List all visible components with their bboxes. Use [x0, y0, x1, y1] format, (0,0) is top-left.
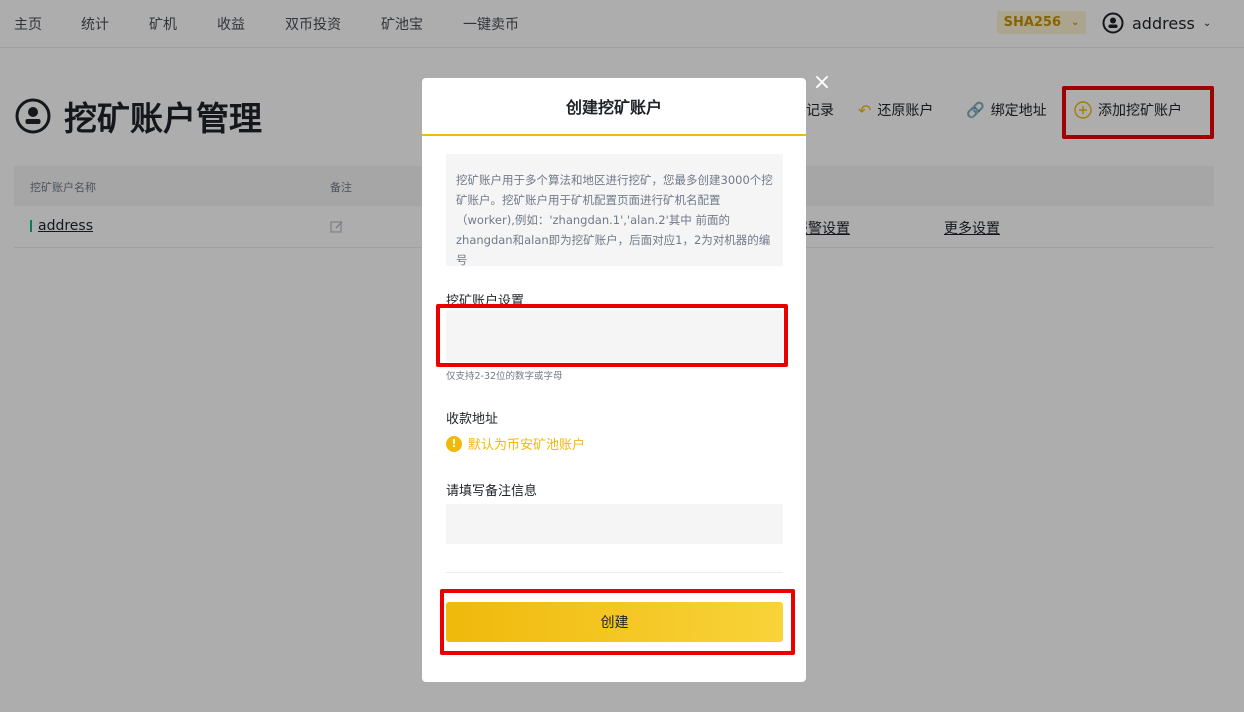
divider: [446, 572, 783, 573]
modal-title: 创建挖矿账户: [422, 78, 806, 136]
account-hint: 仅支持2-32位的数字或字母: [446, 371, 563, 382]
warning-icon: !: [446, 435, 462, 452]
remark-input[interactable]: [446, 504, 783, 544]
default-address-note: ! 默认为币安矿池账户: [446, 434, 585, 453]
highlight-box: [440, 589, 795, 655]
info-box: 挖矿账户用于多个算法和地区进行挖矿，您最多创建3000个挖矿账户。挖矿账户用于矿…: [446, 154, 783, 267]
close-icon[interactable]: ×: [811, 72, 833, 94]
default-address-text: 默认为币安矿池账户: [468, 438, 586, 453]
highlight-box: [436, 304, 788, 367]
address-label: 收款地址: [446, 412, 499, 427]
remark-label: 请填写备注信息: [446, 484, 538, 499]
